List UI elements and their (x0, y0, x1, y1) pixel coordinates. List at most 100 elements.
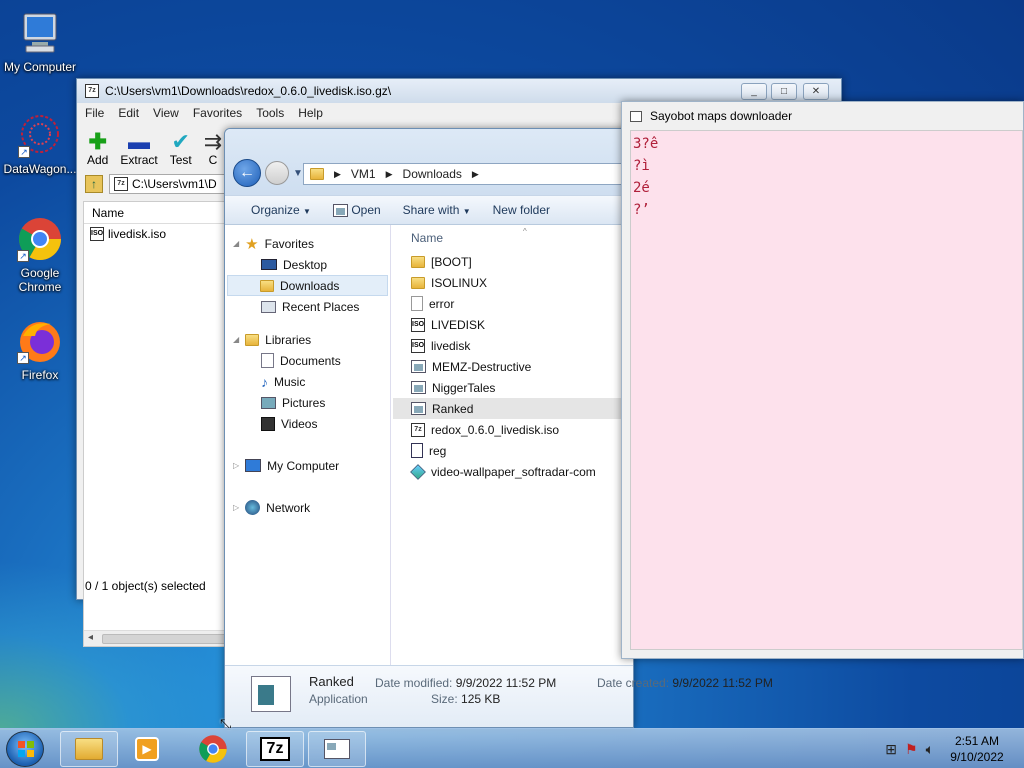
test-button[interactable]: ✔ Test (170, 131, 192, 171)
taskbar-explorer[interactable] (60, 731, 118, 767)
list-item[interactable]: error (393, 293, 633, 314)
navigation-pane[interactable]: ◢ ★ Favorites Desktop Downloads Recent P… (225, 225, 391, 667)
app-thumbnail-icon (251, 676, 291, 712)
file-icon (411, 296, 423, 311)
list-item-selected[interactable]: Ranked (393, 398, 633, 419)
breadcrumb-vm1[interactable]: VM1 (351, 167, 376, 181)
volume-icon[interactable]: 🔈︎ (926, 741, 934, 758)
arrow-left-icon: ← (239, 164, 255, 181)
new-folder-button[interactable]: New folder (493, 203, 550, 217)
desktop-icon-firefox[interactable]: ↗ Firefox (0, 318, 80, 382)
maximize-button[interactable]: □ (771, 83, 797, 100)
detail-size-value: 125 KB (461, 692, 501, 706)
menu-edit[interactable]: Edit (118, 106, 139, 120)
chevron-down-icon[interactable]: ▼ (293, 168, 303, 179)
nav-downloads[interactable]: Downloads (227, 275, 388, 296)
nav-my-computer[interactable]: ▷ My Computer (225, 455, 390, 476)
list-item[interactable]: ISOLINUX (393, 272, 633, 293)
file-name: [BOOT] (431, 254, 472, 269)
menu-file[interactable]: File (85, 106, 104, 120)
organize-label: Organize (251, 203, 300, 217)
name-column-header[interactable]: Name (84, 202, 228, 224)
taskbar-media-player[interactable]: ▶ (118, 731, 176, 767)
taskbar-chrome[interactable] (184, 731, 242, 767)
chevron-right-icon[interactable]: ▶ (334, 169, 341, 180)
downloads-folder-icon (260, 279, 274, 292)
network-icon[interactable]: ⊞ (885, 741, 897, 758)
up-folder-icon[interactable]: ↑ (85, 175, 103, 193)
desktop-icon-my-computer[interactable]: My Computer (0, 10, 80, 74)
nav-label: Documents (280, 353, 341, 368)
shortcut-arrow-icon: ↗ (18, 146, 30, 158)
action-center-flag-icon[interactable]: ⚑ (905, 741, 918, 758)
nav-recent-places[interactable]: Recent Places (225, 296, 390, 317)
window-title: Sayobot maps downloader (650, 109, 793, 123)
list-item[interactable]: ISO LIVEDISK (393, 314, 633, 335)
list-item[interactable]: MEMZ-Destructive (393, 356, 633, 377)
sayobot-titlebar[interactable]: Sayobot maps downloader (622, 102, 1023, 130)
copy-button[interactable]: ⇉ C (204, 131, 222, 171)
list-item[interactable]: ISO livedisk (393, 335, 633, 356)
detail-name: Ranked (309, 674, 354, 689)
list-item[interactable]: NiggerTales (393, 377, 633, 398)
breadcrumb[interactable]: ▶ VM1 ▶ Downloads ▶ (303, 163, 633, 185)
menu-help[interactable]: Help (298, 106, 323, 120)
minimize-button[interactable]: _ (741, 83, 767, 100)
desktop-icon-datawagon[interactable]: ↗ DataWagon... (0, 112, 80, 176)
open-button[interactable]: Open (332, 203, 381, 218)
organize-button[interactable]: Organize ▼ (251, 203, 311, 217)
nav-label: Network (266, 500, 311, 515)
minus-icon: ▬ (128, 129, 151, 154)
horizontal-scrollbar[interactable]: ◂ (84, 630, 228, 646)
list-item[interactable]: reg (393, 440, 633, 461)
sayobot-output[interactable]: 3?ê ?ì 2é ?’ (630, 130, 1023, 650)
nav-videos[interactable]: Videos (225, 413, 390, 434)
list-item[interactable]: video-wallpaper_softradar-com (393, 461, 633, 482)
forward-button[interactable] (265, 161, 289, 185)
chevron-right-icon[interactable]: ▶ (472, 169, 479, 180)
menu-favorites[interactable]: Favorites (193, 106, 242, 120)
scroll-left-icon[interactable]: ◂ (88, 632, 93, 643)
file-list[interactable]: Name ^ [BOOT] ISOLINUX error ISO LIVEDISK… (393, 225, 633, 667)
nav-favorites[interactable]: ◢ ★ Favorites (225, 233, 390, 254)
list-item[interactable]: [BOOT] (393, 251, 633, 272)
list-item[interactable]: ISO livedisk.iso (84, 224, 228, 244)
desktop-icon-label: Google Chrome (18, 266, 62, 294)
network-icon (245, 500, 261, 515)
sayobot-window[interactable]: Sayobot maps downloader 3?ê ?ì 2é ?’ (621, 101, 1024, 659)
nav-pictures[interactable]: Pictures (225, 392, 390, 413)
file-name: NiggerTales (432, 380, 496, 395)
app-icon (411, 381, 426, 394)
taskbar-7zip[interactable]: 7z (246, 731, 304, 767)
clock[interactable]: 2:51 AM 9/10/2022 (942, 733, 1012, 765)
copy-icon: ⇉ (203, 129, 223, 154)
explorer-window[interactable]: ← ▼ ▶ VM1 ▶ Downloads ▶ Organize ▼ Open … (224, 128, 773, 728)
add-button[interactable]: ✚ Add (87, 131, 108, 171)
taskbar-sayobot[interactable] (308, 731, 366, 767)
chevron-right-icon[interactable]: ▶ (386, 169, 393, 180)
shortcut-arrow-icon: ↗ (17, 352, 29, 364)
nav-documents[interactable]: Documents (225, 350, 390, 371)
menu-view[interactable]: View (153, 106, 179, 120)
folder-icon (310, 168, 324, 180)
start-button[interactable] (6, 731, 44, 767)
nav-buttons: ← ▼ (233, 159, 303, 187)
nav-music[interactable]: ♪ Music (225, 371, 390, 392)
back-button[interactable]: ← (233, 159, 261, 187)
desktop-icon-chrome[interactable]: ↗ Google Chrome (0, 216, 80, 294)
list-item[interactable]: 7z redox_0.6.0_livedisk.iso (393, 419, 633, 440)
name-column-header[interactable]: Name ^ (393, 225, 633, 251)
nav-desktop[interactable]: Desktop (225, 254, 390, 275)
extract-button[interactable]: ▬ Extract (120, 131, 157, 171)
sevenzip-titlebar[interactable]: 7z C:\Users\vm1\Downloads\redox_0.6.0_li… (77, 79, 841, 103)
star-icon: ★ (245, 235, 259, 253)
menu-tools[interactable]: Tools (256, 106, 284, 120)
nav-label: Videos (281, 416, 318, 431)
scrollbar-thumb[interactable] (102, 634, 226, 644)
nav-libraries[interactable]: ◢ Libraries (225, 329, 390, 350)
share-with-button[interactable]: Share with ▼ (403, 203, 471, 217)
close-button[interactable]: ✕ (803, 83, 829, 100)
nav-network[interactable]: ▷ Network (225, 497, 390, 518)
breadcrumb-downloads[interactable]: Downloads (403, 167, 462, 181)
output-line: ?’ (633, 202, 650, 218)
